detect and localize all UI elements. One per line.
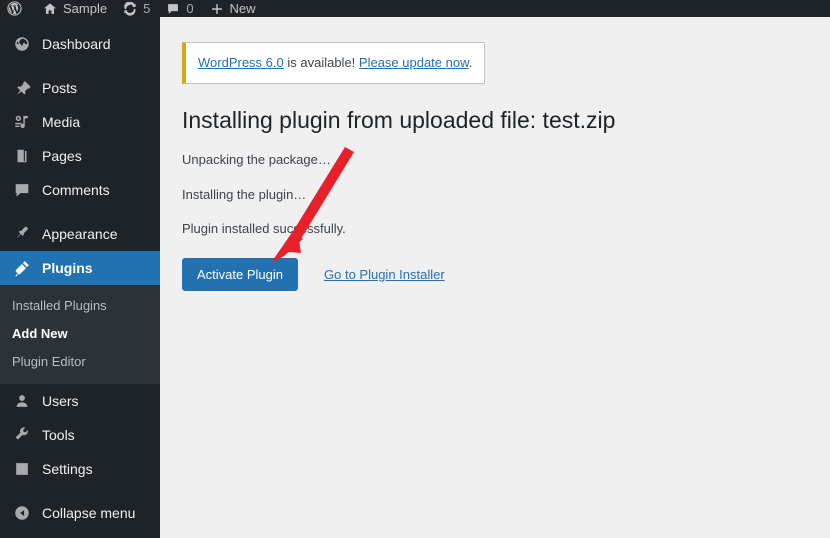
wordpress-version-link[interactable]: WordPress 6.0 bbox=[198, 55, 284, 70]
plus-icon bbox=[210, 2, 224, 16]
sidebar-item-label: Appearance bbox=[42, 226, 118, 242]
sidebar-item-tools[interactable]: Tools bbox=[0, 418, 160, 452]
notice-middle-text: is available! bbox=[283, 55, 359, 70]
sidebar-item-label: Media bbox=[42, 114, 81, 130]
sidebar-item-dashboard[interactable]: Dashboard bbox=[0, 27, 160, 61]
activate-plugin-button[interactable]: Activate Plugin bbox=[182, 257, 298, 291]
sidebar-item-comments[interactable]: Comments bbox=[0, 173, 160, 207]
sidebar-submenu-plugins: Installed Plugins Add New Plugin Editor bbox=[0, 285, 160, 384]
sidebar-item-settings[interactable]: Settings bbox=[0, 452, 160, 486]
status-line-installing: Installing the plugin… bbox=[182, 186, 307, 202]
adminbar-site-name-label: Sample bbox=[63, 1, 108, 16]
updates-icon bbox=[123, 1, 137, 16]
sidebar-item-plugins[interactable]: Plugins bbox=[0, 251, 168, 285]
sidebar-item-appearance[interactable]: Appearance bbox=[0, 217, 160, 251]
submenu-item-installed-plugins[interactable]: Installed Plugins bbox=[0, 292, 160, 320]
status-line-installed: Plugin installed successfully. bbox=[182, 220, 346, 236]
notice-end-text: . bbox=[468, 55, 473, 70]
sidebar-item-label: Tools bbox=[42, 427, 75, 443]
pin-icon bbox=[12, 78, 32, 98]
adminbar-comments[interactable]: 0 bbox=[158, 0, 201, 17]
sidebar-collapse-menu[interactable]: Collapse menu bbox=[0, 496, 160, 530]
update-now-link[interactable]: Please update now bbox=[359, 55, 469, 70]
collapse-arrow-icon bbox=[12, 503, 32, 523]
admin-content-area: WordPress 6.0 is available! Please updat… bbox=[160, 17, 830, 538]
appearance-icon bbox=[12, 224, 32, 244]
submenu-item-add-new[interactable]: Add New bbox=[0, 320, 160, 348]
submenu-item-plugin-editor[interactable]: Plugin Editor bbox=[0, 348, 160, 376]
adminbar-new-label: New bbox=[229, 1, 256, 16]
wrench-icon bbox=[12, 425, 32, 445]
pages-icon bbox=[12, 146, 32, 166]
update-nag-notice: WordPress 6.0 is available! Please updat… bbox=[182, 42, 486, 84]
sidebar-collapse-label: Collapse menu bbox=[42, 505, 136, 521]
sidebar-item-label: Dashboard bbox=[42, 36, 111, 52]
comment-icon bbox=[12, 180, 32, 200]
sidebar-item-users[interactable]: Users bbox=[0, 384, 160, 418]
go-to-plugin-installer-link[interactable]: Go to Plugin Installer bbox=[324, 267, 445, 282]
adminbar-updates[interactable]: 5 bbox=[115, 0, 158, 17]
status-line-unpacking: Unpacking the package… bbox=[182, 152, 331, 168]
plugins-icon bbox=[12, 258, 32, 278]
current-menu-arrow-icon bbox=[160, 260, 168, 276]
media-icon bbox=[12, 112, 32, 132]
menu-separator bbox=[0, 61, 160, 71]
menu-separator bbox=[0, 207, 160, 217]
comment-icon bbox=[166, 2, 180, 16]
sidebar-item-label: Users bbox=[42, 393, 79, 409]
page-title: Installing plugin from uploaded file: te… bbox=[182, 106, 616, 133]
adminbar-new-content[interactable]: New bbox=[202, 0, 264, 17]
sidebar-item-media[interactable]: Media bbox=[0, 105, 160, 139]
adminbar-wordpress-logo[interactable] bbox=[0, 0, 35, 17]
dashboard-icon bbox=[12, 34, 32, 54]
adminbar-site-name[interactable]: Sample bbox=[35, 0, 115, 17]
sidebar-item-label: Settings bbox=[42, 461, 93, 477]
sidebar-item-label: Plugins bbox=[42, 260, 93, 276]
wordpress-admin-screen: Sample 5 0 New Dashboard Posts Media Pag… bbox=[0, 0, 830, 538]
settings-icon bbox=[12, 459, 32, 479]
sidebar-item-label: Posts bbox=[42, 80, 78, 96]
sidebar-item-posts[interactable]: Posts bbox=[0, 71, 160, 105]
adminbar-updates-count: 5 bbox=[143, 1, 151, 16]
wordpress-logo-icon bbox=[7, 1, 22, 16]
sidebar-item-label: Pages bbox=[42, 148, 82, 164]
admin-bar: Sample 5 0 New bbox=[0, 0, 830, 17]
adminbar-comments-count: 0 bbox=[186, 1, 194, 16]
sidebar-item-pages[interactable]: Pages bbox=[0, 139, 160, 173]
sidebar-item-label: Comments bbox=[42, 182, 110, 198]
admin-sidebar-menu: Dashboard Posts Media Pages Comments App… bbox=[0, 17, 168, 538]
user-icon bbox=[12, 391, 32, 411]
action-row: Activate Plugin Go to Plugin Installer bbox=[182, 257, 830, 291]
home-icon bbox=[43, 2, 57, 16]
